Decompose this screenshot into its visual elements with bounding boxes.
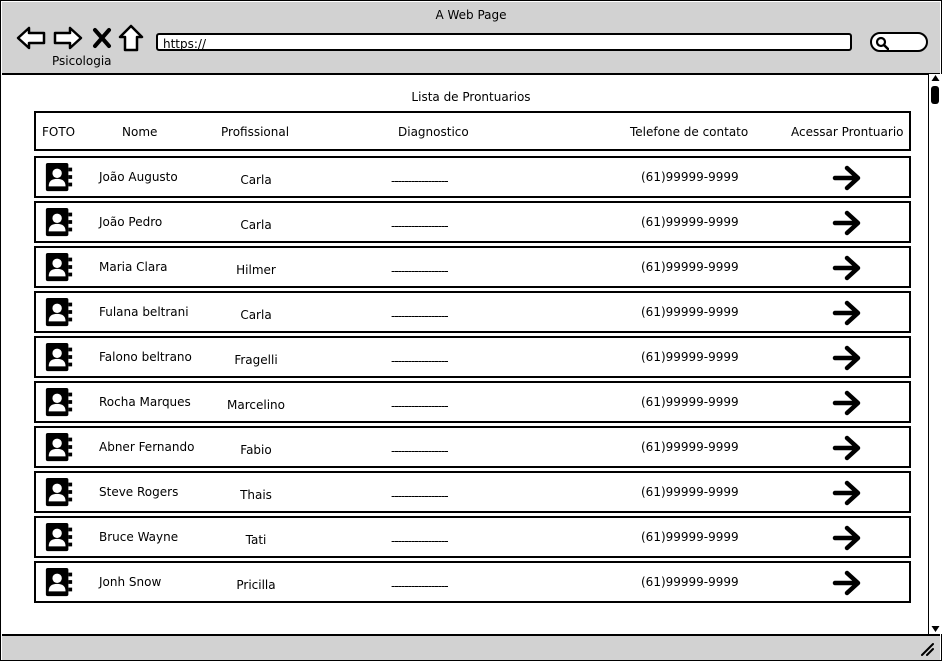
cell-diagnostico: ----------------- [391,309,449,323]
cell-nome: Steve Rogers [99,485,179,499]
arrow-right-icon [53,26,83,50]
cell-diagnostico: ----------------- [391,264,449,278]
header-nome: Nome [122,125,158,139]
contact-book-icon[interactable] [44,432,74,462]
stop-button[interactable] [89,24,115,52]
cell-profissional: Tati [245,533,267,547]
table-row: Maria Clara Hilmer ----------------- (61)99… [34,246,911,288]
open-record-arrow-icon[interactable] [832,255,862,281]
table-row: Steve Rogers Thais ----------------- (61)99… [34,471,911,513]
cell-profissional: Hilmer [236,263,276,277]
table-row: João Augusto Carla ----------------- (61)99… [34,156,911,198]
cell-nome: João Augusto [99,170,178,184]
close-icon [93,28,111,48]
list-title: Lista de Prontuarios [411,90,531,104]
app-label: Psicologia [52,54,112,68]
cell-diagnostico: ----------------- [391,534,449,548]
cell-telefone: (61)99999-9999 [641,215,739,229]
cell-telefone: (61)99999-9999 [641,485,739,499]
scrollbar-thumb[interactable] [931,86,939,104]
cell-nome: Fulana beltrani [99,305,189,319]
open-record-arrow-icon[interactable] [832,570,862,596]
window-title: A Web Page [435,8,507,22]
header-profissional: Profissional [221,125,290,139]
contact-book-icon[interactable] [44,252,74,282]
cell-telefone: (61)99999-9999 [641,575,739,589]
table-row: Rocha Marques Marcelino ----------------- (… [34,381,911,423]
back-button[interactable] [16,24,46,52]
table-row: João Pedro Carla ----------------- (61)9999… [34,201,911,243]
cell-profissional: Carla [240,218,272,232]
contact-book-icon[interactable] [44,207,74,237]
table-row: Jonh Snow Pricilla ----------------- (61)99… [34,561,911,603]
contact-book-icon[interactable] [44,522,74,552]
cell-nome: Maria Clara [99,260,168,274]
cell-profissional: Carla [240,173,272,187]
contact-book-icon[interactable] [44,162,74,192]
table-row: Abner Fernando Fabio ----------------- (61)… [34,426,911,468]
cell-diagnostico: ----------------- [391,444,449,458]
table-row: Fulana beltrani Carla ----------------- (61… [34,291,911,333]
header-diagnostico: Diagnostico [398,125,469,139]
open-record-arrow-icon[interactable] [832,480,862,506]
open-record-arrow-icon[interactable] [832,300,862,326]
open-record-arrow-icon[interactable] [832,210,862,236]
cell-profissional: Marcelino [227,398,285,412]
cell-nome: Rocha Marques [99,395,191,409]
scroll-down-arrow-icon[interactable] [931,625,940,633]
open-record-arrow-icon[interactable] [832,525,862,551]
cell-nome: Jonh Snow [99,575,162,589]
cell-nome: Falono beltrano [99,350,192,364]
cell-profissional: Fragelli [234,353,278,367]
browser-window: A Web Page Psicologia https:// Lista de … [0,0,942,661]
cell-profissional: Thais [240,488,272,502]
cell-telefone: (61)99999-9999 [641,350,739,364]
open-record-arrow-icon[interactable] [832,435,862,461]
table-row: Bruce Wayne Tati ----------------- (61)9999… [34,516,911,558]
cell-telefone: (61)99999-9999 [641,395,739,409]
cell-nome: João Pedro [99,215,163,229]
header-foto: FOTO [42,125,76,139]
home-button[interactable] [117,24,145,52]
resize-grip-icon[interactable] [920,642,934,656]
cell-diagnostico: ----------------- [391,174,449,188]
address-bar[interactable]: https:// [156,33,852,51]
open-record-arrow-icon[interactable] [832,390,862,416]
cell-profissional: Carla [240,308,272,322]
status-bar [2,634,940,660]
cell-nome: Bruce Wayne [99,530,179,544]
open-record-arrow-icon[interactable] [832,345,862,371]
table-header: FOTO Nome Profissional Diagnostico Telef… [34,111,911,151]
browser-toolbar: A Web Page Psicologia https:// [2,2,940,75]
search-icon [875,36,889,50]
vertical-scrollbar[interactable] [928,74,942,634]
cell-profissional: Pricilla [236,578,276,592]
contact-book-icon[interactable] [44,477,74,507]
contact-book-icon[interactable] [44,567,74,597]
cell-diagnostico: ----------------- [391,354,449,368]
arrow-left-icon [16,26,46,50]
forward-button[interactable] [53,24,83,52]
contact-book-icon[interactable] [44,387,74,417]
contact-book-icon[interactable] [44,297,74,327]
cell-telefone: (61)99999-9999 [641,170,739,184]
header-acessar: Acessar Prontuario [791,125,904,139]
cell-profissional: Fabio [240,443,272,457]
table-row: Falono beltrano Fragelli -----------------… [34,336,911,378]
contact-book-icon[interactable] [44,342,74,372]
scroll-up-arrow-icon[interactable] [931,74,940,82]
header-telefone: Telefone de contato [630,125,749,139]
cell-nome: Abner Fernando [99,440,195,454]
search-box[interactable] [870,32,928,52]
cell-diagnostico: ----------------- [391,219,449,233]
cell-diagnostico: ----------------- [391,579,449,593]
cell-diagnostico: ----------------- [391,489,449,503]
home-icon [118,24,144,52]
cell-diagnostico: ----------------- [391,399,449,413]
cell-telefone: (61)99999-9999 [641,440,739,454]
cell-telefone: (61)99999-9999 [641,305,739,319]
open-record-arrow-icon[interactable] [832,165,862,191]
cell-telefone: (61)99999-9999 [641,530,739,544]
cell-telefone: (61)99999-9999 [641,260,739,274]
